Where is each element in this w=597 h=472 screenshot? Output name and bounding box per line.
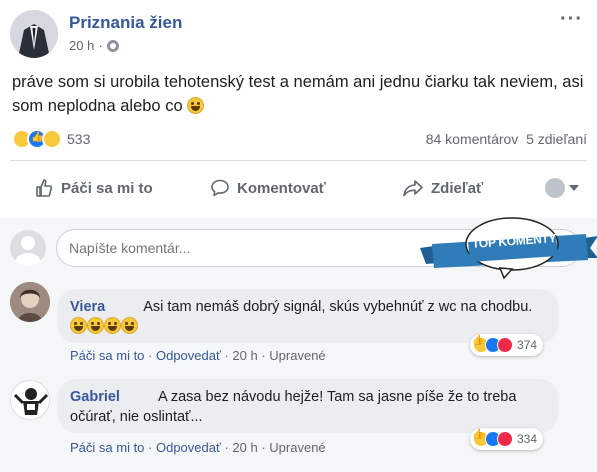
comment-edited[interactable]: Upravené	[269, 440, 325, 455]
comments-section: TOP KOMENTY Viera Asi tam nemáš dobrý sig…	[0, 217, 597, 472]
post-time[interactable]: 20 h	[69, 38, 94, 53]
comment-bubble: Gabriel A zasa bez návodu hejže! Tam sa j…	[58, 379, 558, 433]
comment-reaction-count: 374	[517, 338, 538, 352]
comments-count-link[interactable]: 84 komentárov	[426, 131, 519, 147]
comment-time[interactable]: 20 h	[232, 348, 257, 363]
top-comments-badge: TOP KOMENTY	[420, 214, 597, 284]
page-avatar[interactable]	[10, 10, 58, 58]
comment-reactions[interactable]: 334	[470, 428, 544, 450]
comment-like-link[interactable]: Páči sa mi to	[70, 440, 144, 455]
commenter-avatar[interactable]	[10, 380, 50, 420]
laughing-emoji-icon	[187, 97, 205, 114]
laughing-emoji-icon	[70, 317, 87, 334]
reactions-summary[interactable]: 533	[12, 129, 90, 149]
user-avatar	[10, 230, 46, 266]
post-actions-bar: Páči sa mi to Komentovať Zdieľať	[10, 170, 587, 206]
speech-bubble-icon	[211, 179, 229, 197]
post-as-selector[interactable]	[545, 178, 579, 198]
comment-like-link[interactable]: Páči sa mi to	[70, 348, 144, 363]
comment-author-link[interactable]: Gabriel	[70, 389, 120, 405]
post-stats: 84 komentárov 5 zdieľaní	[426, 131, 587, 147]
like-button[interactable]: Páči sa mi to	[34, 178, 153, 198]
comment-button[interactable]: Komentovať	[210, 178, 326, 198]
wow-reaction-icon	[42, 129, 62, 149]
comment-reply-link[interactable]: Odpovedať	[156, 440, 221, 455]
comment-actions: Páči sa mi to · Odpovedať · 20 h · Uprav…	[70, 348, 326, 363]
commenter-avatar[interactable]	[10, 282, 50, 322]
comment-author-link[interactable]: Viera	[70, 299, 105, 315]
meta-dot: ·	[98, 38, 103, 53]
page-name-link[interactable]: Priznania žien	[69, 13, 182, 33]
comment-actions: Páči sa mi to · Odpovedať · 20 h · Uprav…	[70, 440, 326, 455]
comment-time[interactable]: 20 h	[232, 440, 257, 455]
love-reaction-icon	[497, 337, 513, 353]
comment-edited[interactable]: Upravené	[269, 348, 325, 363]
divider	[10, 160, 587, 161]
laughing-emoji-icon	[104, 317, 121, 334]
globe-icon	[106, 39, 119, 52]
laughing-emoji-icon	[87, 317, 104, 334]
share-arrow-icon	[403, 180, 423, 197]
comment-button-label: Komentovať	[237, 179, 326, 197]
comment-text: A zasa bez návodu hejže! Tam sa jasne pí…	[70, 389, 517, 425]
laughing-emoji-icon	[121, 317, 138, 334]
comment-reaction-count: 334	[517, 432, 538, 446]
more-options-icon[interactable]: ···	[560, 8, 583, 31]
love-reaction-icon	[497, 431, 513, 447]
reaction-count[interactable]: 533	[67, 131, 90, 147]
post-text: práve som si urobila tehotenský test a n…	[12, 70, 587, 118]
share-button[interactable]: Zdieľať	[402, 178, 483, 198]
like-button-label: Páči sa mi to	[61, 179, 153, 197]
thumbs-up-icon	[36, 179, 53, 197]
shares-count-link[interactable]: 5 zdieľaní	[526, 131, 587, 147]
profile-silhouette-icon	[545, 178, 565, 198]
comment-text: Asi tam nemáš dobrý signál, skús vybehnú…	[143, 299, 533, 315]
post-text-content: práve som si urobila tehotenský test a n…	[12, 73, 584, 115]
share-button-label: Zdieľať	[431, 179, 484, 197]
post-meta: 20 h ·	[69, 38, 119, 53]
chevron-down-icon	[569, 185, 579, 191]
comment-reply-link[interactable]: Odpovedať	[156, 348, 221, 363]
comment-reactions[interactable]: 374	[470, 334, 544, 356]
